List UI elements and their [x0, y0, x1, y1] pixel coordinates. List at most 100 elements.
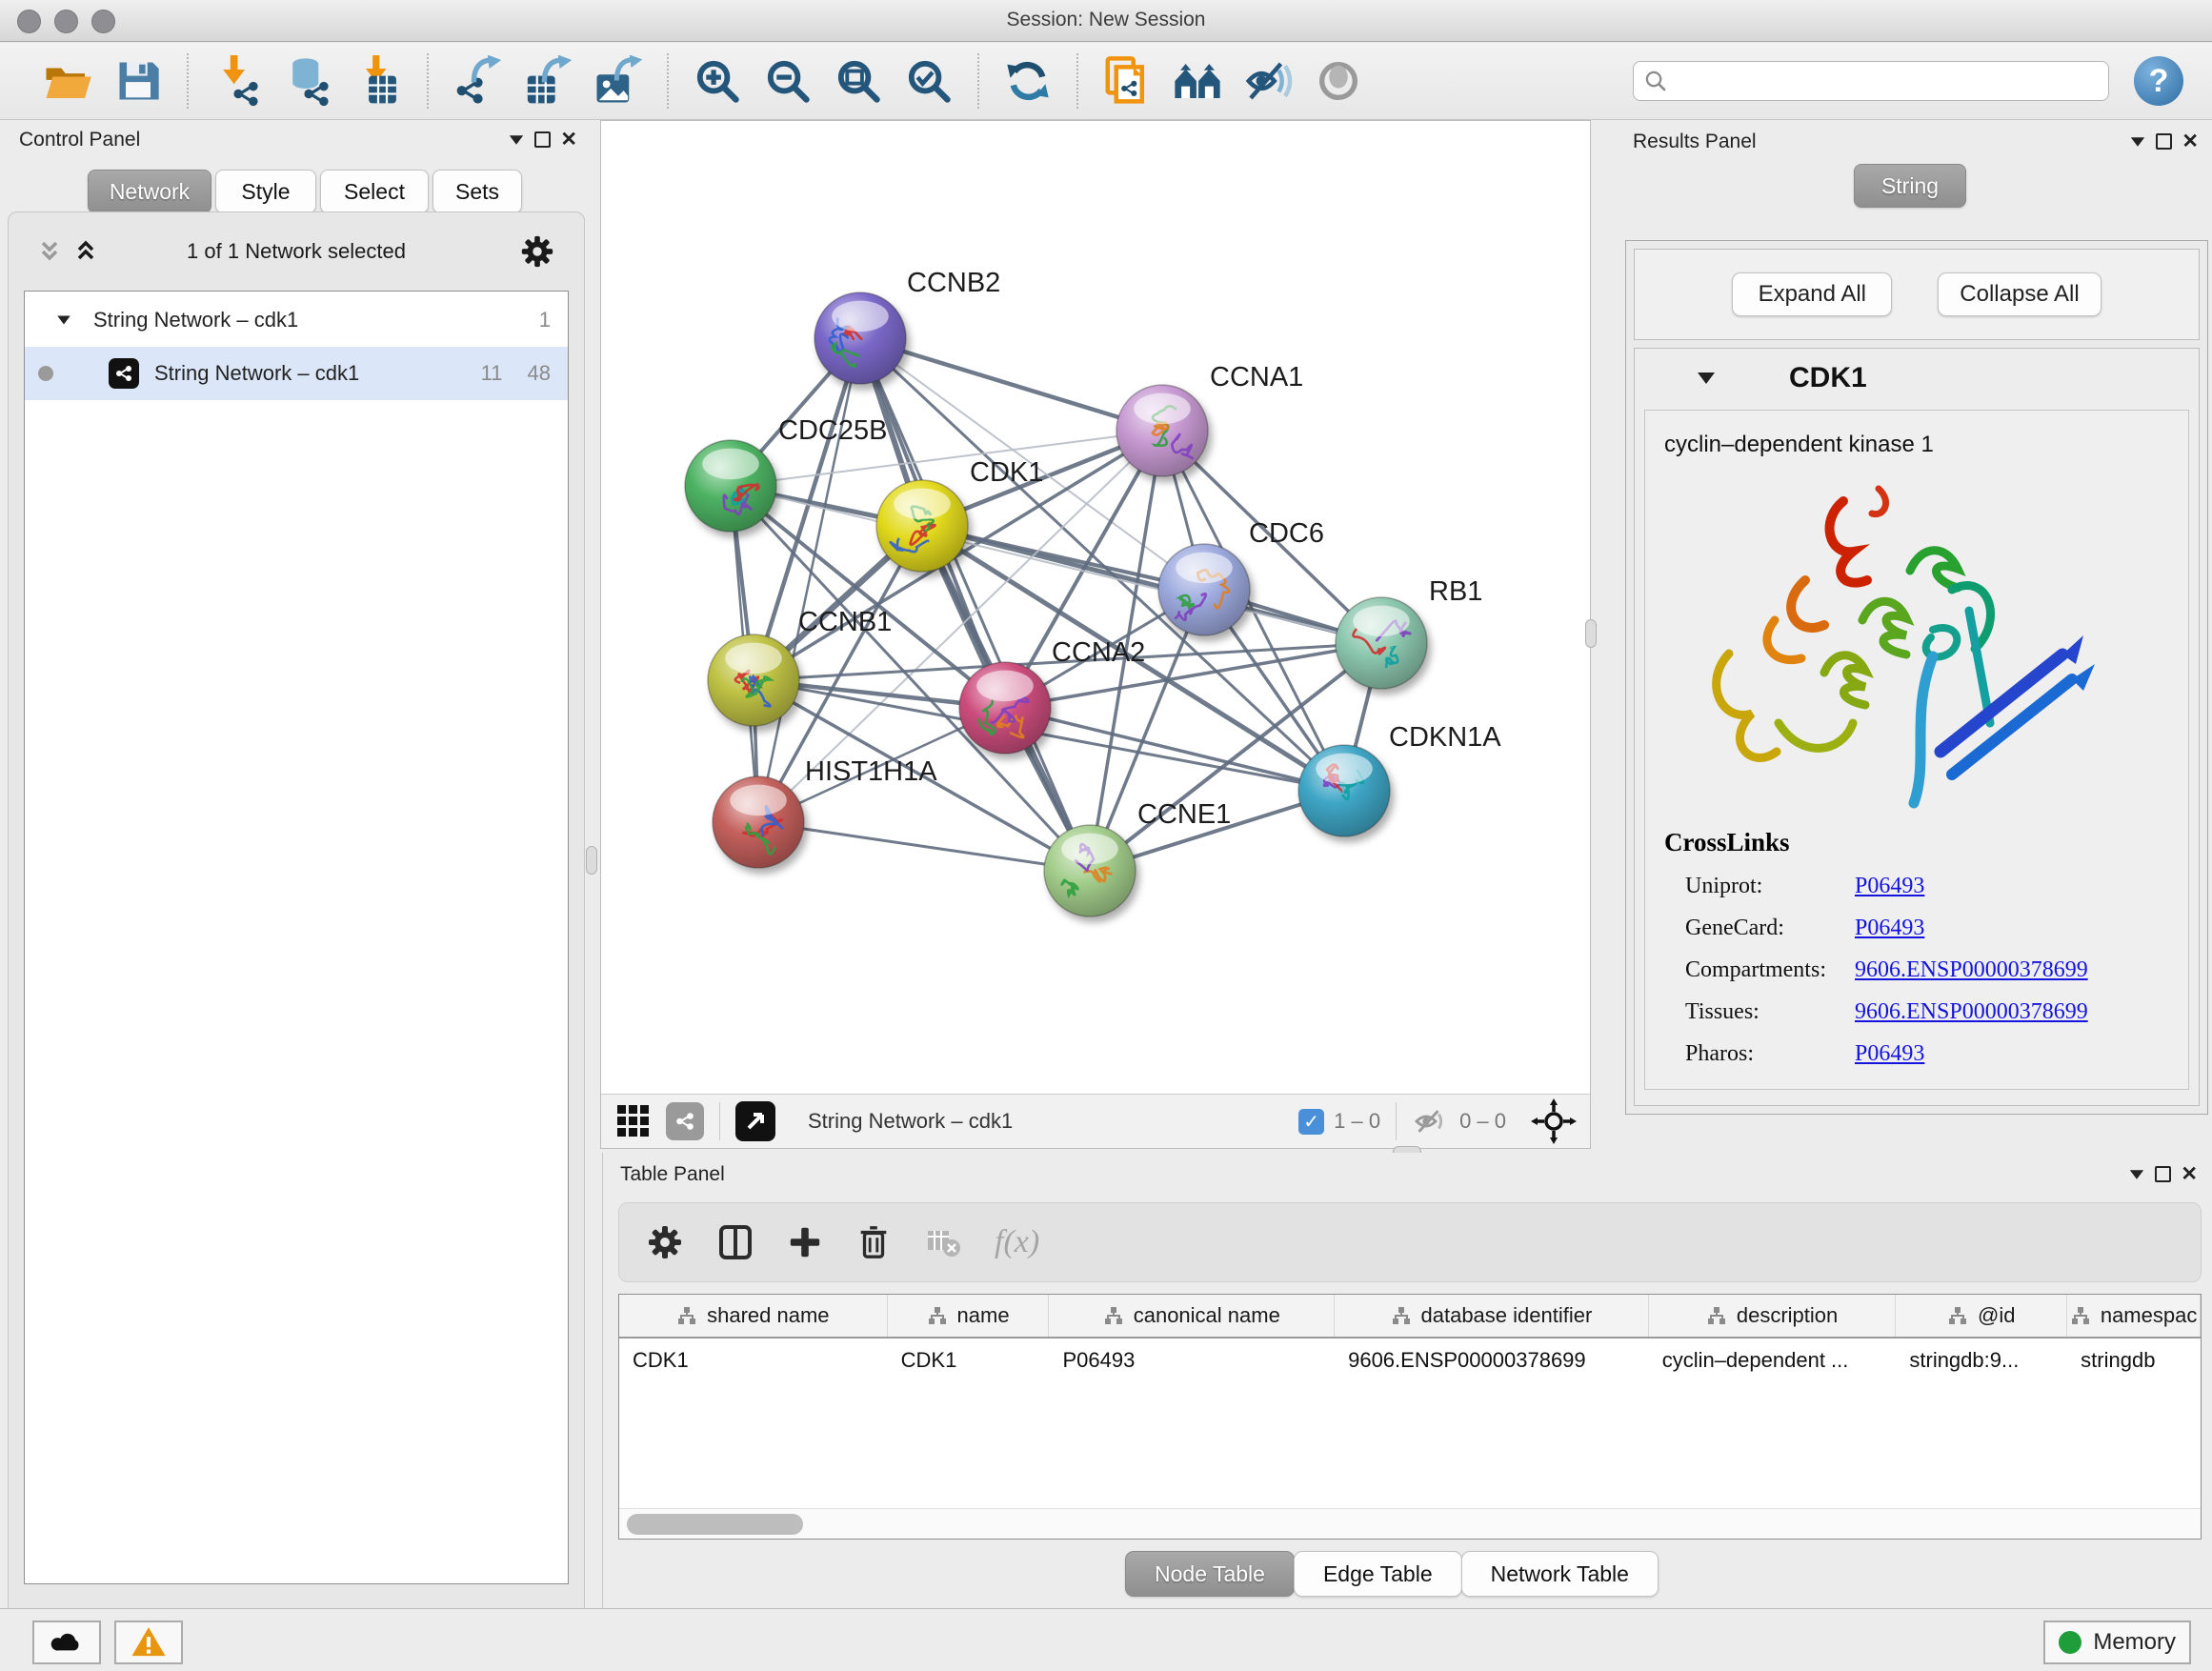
uniprot-link[interactable]: P06493 — [1855, 874, 1924, 899]
compartments-link[interactable]: 9606.ENSP00000378699 — [1855, 957, 2088, 983]
first-neighbors-button[interactable] — [1171, 54, 1224, 108]
network-node-ccnb1[interactable] — [708, 634, 799, 726]
panel-menu-icon[interactable] — [510, 135, 523, 145]
genecard-link[interactable]: P06493 — [1855, 916, 1924, 941]
open-session-button[interactable] — [41, 54, 94, 108]
help-button[interactable]: ? — [2134, 56, 2183, 106]
table-cell[interactable]: stringdb:9... — [1896, 1339, 2067, 1382]
export-table-button[interactable] — [521, 54, 574, 108]
float-panel-icon[interactable] — [2155, 1166, 2171, 1182]
float-panel-icon[interactable] — [534, 131, 551, 148]
network-canvas[interactable]: CCNB2CCNA1CDC25BCDK1CDC6RB1CCNB1CCNA2CDK… — [601, 121, 1590, 1094]
table-cell[interactable]: 9606.ENSP00000378699 — [1335, 1339, 1649, 1382]
table-cell[interactable]: CDK1 — [619, 1339, 888, 1382]
selected-checkbox-icon[interactable]: ✓ — [1298, 1109, 1324, 1135]
network-node-ccna1[interactable] — [1116, 385, 1208, 476]
float-panel-icon[interactable] — [2156, 133, 2172, 150]
network-node-rb1[interactable] — [1336, 597, 1427, 689]
pharos-link[interactable]: P06493 — [1855, 1041, 1924, 1067]
refresh-view-button[interactable] — [1001, 54, 1055, 108]
cdk1-section-header[interactable]: CDK1 — [1635, 349, 2199, 408]
hide-selected-button[interactable] — [1241, 54, 1295, 108]
table-horizontal-scrollbar[interactable] — [619, 1508, 2201, 1539]
pan-crosshair-icon[interactable] — [1531, 1098, 1577, 1144]
zoom-out-button[interactable] — [761, 54, 814, 108]
network-collection-row[interactable]: String Network – cdk1 1 — [25, 293, 568, 347]
panel-menu-icon[interactable] — [2131, 137, 2144, 147]
section-collapse-icon[interactable] — [1698, 372, 1715, 384]
network-node-cdkn1a[interactable] — [1298, 745, 1390, 836]
zoom-in-button[interactable] — [691, 54, 744, 108]
show-all-button[interactable] — [1312, 54, 1365, 108]
network-edge[interactable] — [758, 822, 1090, 871]
import-table-from-file-button[interactable] — [352, 54, 405, 108]
vertical-splitter-handle[interactable] — [586, 846, 597, 875]
memory-button[interactable]: Memory — [2043, 1621, 2191, 1664]
grid-mode-icon[interactable] — [614, 1102, 653, 1140]
table-row[interactable]: CDK1CDK1P064939606.ENSP00000378699cyclin… — [619, 1339, 2201, 1382]
show-columns-icon[interactable] — [716, 1223, 754, 1261]
column-header[interactable]: database identifier — [1335, 1295, 1649, 1337]
import-network-from-database-button[interactable] — [281, 54, 334, 108]
tab-edge-table[interactable]: Edge Table — [1294, 1551, 1462, 1597]
network-node-ccne1[interactable] — [1044, 825, 1136, 916]
panel-menu-icon[interactable] — [2130, 1170, 2143, 1179]
network-node-cdk1[interactable] — [876, 480, 968, 572]
import-network-from-file-button[interactable] — [211, 54, 264, 108]
table-cell[interactable]: stringdb — [2067, 1339, 2201, 1382]
vertical-splitter-handle[interactable] — [1585, 619, 1597, 648]
table-options-gear-icon[interactable] — [646, 1223, 684, 1261]
search-box[interactable] — [1633, 61, 2109, 101]
birdseye-view-icon[interactable] — [735, 1101, 775, 1141]
save-session-button[interactable] — [111, 54, 165, 108]
network-row[interactable]: String Network – cdk1 11 48 — [25, 347, 568, 400]
close-panel-icon[interactable]: ✕ — [2181, 1162, 2198, 1186]
string-view-icon[interactable] — [666, 1102, 704, 1140]
column-header[interactable]: namespac — [2067, 1295, 2201, 1337]
export-image-button[interactable] — [592, 54, 645, 108]
network-node-hist1h1a[interactable] — [713, 776, 804, 868]
tab-sets[interactable]: Sets — [432, 170, 522, 213]
close-panel-icon[interactable]: ✕ — [2182, 130, 2199, 153]
network-options-gear-icon[interactable] — [519, 233, 555, 270]
tissues-link[interactable]: 9606.ENSP00000378699 — [1855, 999, 2088, 1025]
zoom-selected-button[interactable] — [902, 54, 955, 108]
tab-select[interactable]: Select — [320, 170, 429, 213]
main-toolbar: ? — [0, 43, 2212, 120]
network-node-cdc6[interactable] — [1158, 544, 1250, 635]
scrollbar-thumb[interactable] — [627, 1514, 803, 1535]
network-edge[interactable] — [860, 338, 1090, 871]
column-header[interactable]: @id — [1896, 1295, 2067, 1337]
warnings-button[interactable] — [114, 1621, 183, 1664]
tab-network[interactable]: Network — [88, 170, 211, 213]
export-network-button[interactable] — [451, 54, 504, 108]
tab-string[interactable]: String — [1854, 164, 1966, 208]
column-header[interactable]: description — [1649, 1295, 1897, 1337]
table-cell[interactable]: P06493 — [1049, 1339, 1335, 1382]
tab-node-table[interactable]: Node Table — [1125, 1551, 1295, 1597]
tab-style[interactable]: Style — [215, 170, 316, 213]
network-node-ccna2[interactable] — [959, 662, 1051, 754]
clone-network-button[interactable] — [1100, 54, 1154, 108]
network-edge[interactable] — [860, 338, 1162, 431]
tab-network-table[interactable]: Network Table — [1461, 1551, 1659, 1597]
table-cell[interactable]: cyclin–dependent ... — [1649, 1339, 1897, 1382]
expand-all-button[interactable]: Expand All — [1732, 272, 1892, 316]
collapse-all-button[interactable]: Collapse All — [1938, 272, 2101, 316]
column-header[interactable]: name — [888, 1295, 1050, 1337]
gene-description: cyclin–dependent kinase 1 — [1664, 432, 1934, 458]
search-input[interactable] — [1676, 70, 2099, 92]
crosslink-row: Compartments: 9606.ENSP00000378699 — [1664, 957, 2179, 983]
delete-column-icon[interactable] — [855, 1224, 892, 1260]
table-cell[interactable]: CDK1 — [888, 1339, 1050, 1382]
close-panel-icon[interactable]: ✕ — [560, 128, 577, 151]
app-store-status-button[interactable] — [32, 1621, 101, 1664]
search-icon — [1643, 69, 1668, 93]
column-header[interactable]: shared name — [619, 1295, 888, 1337]
add-column-icon[interactable] — [787, 1224, 823, 1260]
network-node-ccnb2[interactable] — [814, 292, 906, 384]
zoom-fit-content-button[interactable] — [832, 54, 885, 108]
network-node-cdc25b[interactable] — [685, 440, 776, 532]
column-header[interactable]: canonical name — [1049, 1295, 1335, 1337]
collection-expand-icon[interactable] — [57, 316, 70, 325]
